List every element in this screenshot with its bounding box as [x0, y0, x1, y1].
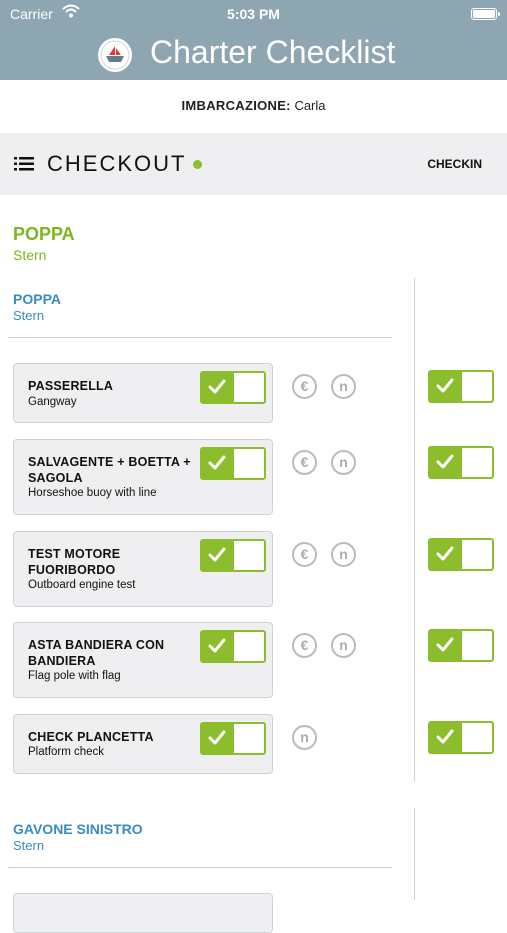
status-bar: Carrier 5:03 PM — [0, 4, 507, 24]
item-label: SALVAGENTE + BOETTA + SAGOLA — [28, 455, 191, 485]
column-divider — [414, 808, 415, 900]
app-header: Carrier 5:03 PM Charter Checklist — [0, 0, 507, 80]
checkin-toggle[interactable] — [428, 370, 494, 403]
euro-icon[interactable]: € — [292, 374, 317, 399]
item-sublabel: Gangway — [28, 396, 77, 408]
boat-label: IMBARCAZIONE: — [181, 98, 291, 113]
tab-checkout[interactable]: CHECKOUT — [47, 151, 186, 177]
check-icon — [430, 448, 462, 477]
list-menu-icon[interactable] — [14, 157, 34, 171]
checkin-toggle[interactable] — [428, 446, 494, 479]
group-divider — [8, 337, 392, 338]
checkin-toggle[interactable] — [428, 538, 494, 571]
checkout-toggle[interactable] — [200, 539, 266, 572]
item-label: ASTA BANDIERA CON BANDIERA — [28, 638, 165, 668]
n-icon[interactable]: n — [292, 725, 317, 750]
section-title: POPPA — [13, 224, 75, 244]
item-sublabel: Platform check — [28, 746, 105, 758]
item-sublabel: Outboard engine test — [28, 579, 136, 591]
item-label: TEST MOTORE FUORIBORDO — [28, 547, 121, 577]
group-title: POPPA — [13, 291, 61, 307]
tab-bar: CHECKOUT CHECKIN — [0, 133, 507, 195]
checklist-card: PASSERELLA Gangway — [13, 363, 273, 423]
euro-icon[interactable]: € — [292, 633, 317, 658]
euro-icon[interactable]: € — [292, 542, 317, 567]
battery-icon — [471, 8, 500, 20]
item-sublabel: Flag pole with flag — [28, 670, 121, 682]
checklist-card — [13, 893, 273, 933]
checkout-toggle[interactable] — [200, 447, 266, 480]
section-subtitle: Stern — [13, 247, 47, 263]
check-icon — [430, 540, 462, 569]
item-sublabel: Horseshoe buoy with line — [28, 487, 157, 499]
item-label: PASSERELLA — [28, 379, 114, 393]
checkin-toggle[interactable] — [428, 721, 494, 754]
boat-name: Carla — [294, 98, 326, 113]
checklist-card: TEST MOTORE FUORIBORDO Outboard engine te… — [13, 531, 273, 607]
euro-icon[interactable]: € — [292, 450, 317, 475]
n-icon[interactable]: n — [331, 450, 356, 475]
n-icon[interactable]: n — [331, 374, 356, 399]
app-logo — [98, 38, 132, 72]
check-icon — [430, 631, 462, 660]
app-title: Charter Checklist — [150, 34, 396, 70]
check-icon — [202, 632, 234, 661]
active-tab-indicator — [193, 160, 202, 169]
checklist-card: SALVAGENTE + BOETTA + SAGOLA Horseshoe bu… — [13, 439, 273, 515]
checklist-card: CHECK PLANCETTA Platform check — [13, 714, 273, 774]
checklist-card: ASTA BANDIERA CON BANDIERA Flag pole with… — [13, 622, 273, 698]
checkout-toggle[interactable] — [200, 630, 266, 663]
tab-checkin[interactable]: CHECKIN — [427, 157, 482, 171]
checkout-toggle[interactable] — [200, 722, 266, 755]
group-title: GAVONE SINISTRO — [13, 821, 143, 837]
check-icon — [202, 541, 234, 570]
boat-info: IMBARCAZIONE: Carla — [0, 80, 507, 132]
item-label: CHECK PLANCETTA — [28, 730, 154, 744]
n-icon[interactable]: n — [331, 542, 356, 567]
check-icon — [430, 372, 462, 401]
n-icon[interactable]: n — [331, 633, 356, 658]
group-divider — [8, 867, 392, 868]
checkout-toggle[interactable] — [200, 371, 266, 404]
check-icon — [202, 373, 234, 402]
check-icon — [202, 449, 234, 478]
clock: 5:03 PM — [227, 6, 280, 22]
column-divider — [414, 278, 415, 782]
check-icon — [430, 723, 462, 752]
group-subtitle: Stern — [13, 308, 45, 323]
checkin-toggle[interactable] — [428, 629, 494, 662]
group-subtitle: Stern — [13, 838, 45, 853]
check-icon — [202, 724, 234, 753]
